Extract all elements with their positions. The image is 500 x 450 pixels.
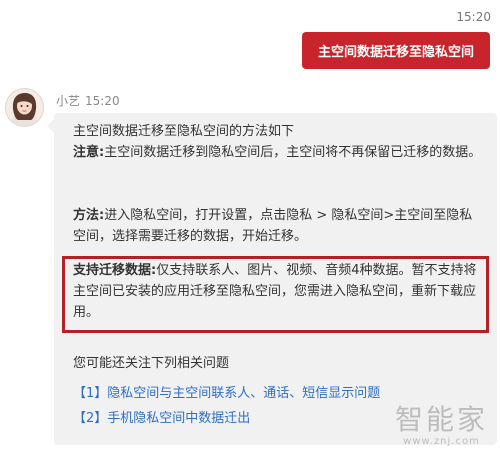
support-paragraph: 支持迁移数据:仅支持联系人、图片、视频、音频4种数据。暂不支持将主空间已安装的应… <box>73 260 483 323</box>
sender-name: 小艺 <box>56 94 81 108</box>
assistant-avatar-icon <box>6 89 43 126</box>
related-link-1[interactable]: 【1】隐私空间与主空间联系人、通话、短信显示问题 <box>73 383 380 404</box>
method-label: 方法: <box>73 208 105 223</box>
related-title: 您可能还关注下列相关问题 <box>73 356 230 371</box>
note-paragraph: 注意:主空间数据迁移到隐私空间后，主空间将不再保留已迁移的数据。 <box>73 142 483 163</box>
answer-intro: 主空间数据迁移至隐私空间的方法如下 <box>73 124 295 139</box>
sender-time: 15:20 <box>85 94 120 108</box>
user-message-bubble: 主空间数据迁移至隐私空间 <box>302 32 490 69</box>
support-label: 支持迁移数据: <box>73 263 157 278</box>
method-text: 进入隐私空间，打开设置，点击隐私 > 隐私空间>主空间至隐私空间，选择需要迁移的… <box>73 208 473 244</box>
assistant-message-bubble: 主空间数据迁移至隐私空间的方法如下 注意:主空间数据迁移到隐私空间后，主空间将不… <box>47 113 497 445</box>
sender-line: 小艺 15:20 <box>56 92 120 109</box>
related-link-2[interactable]: 【2】手机隐私空间中数据迁出 <box>73 408 250 429</box>
note-label: 注意: <box>73 145 105 160</box>
avatar <box>5 88 44 127</box>
note-text: 主空间数据迁移到隐私空间后，主空间将不再保留已迁移的数据。 <box>104 145 482 160</box>
method-paragraph: 方法:进入隐私空间，打开设置，点击隐私 > 隐私空间>主空间至隐私空间，选择需要… <box>73 205 483 247</box>
user-message-time: 15:20 <box>456 10 491 24</box>
